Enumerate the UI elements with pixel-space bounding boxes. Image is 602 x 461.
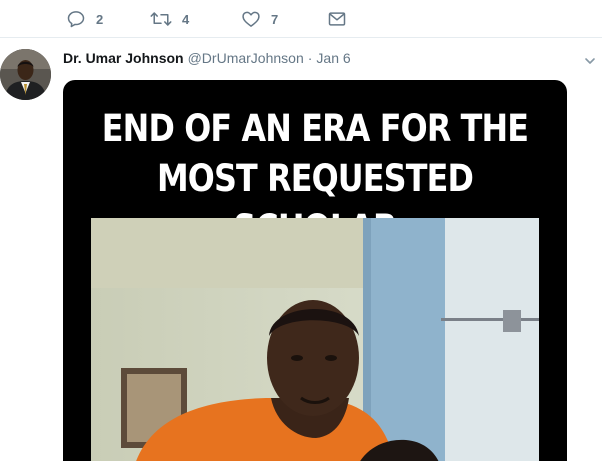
media-photo <box>91 218 539 461</box>
like-count: 7 <box>271 11 279 27</box>
heart-icon <box>241 9 261 29</box>
tweet-more-button[interactable] <box>584 54 596 72</box>
chevron-down-icon <box>584 54 596 71</box>
retweet-button[interactable]: 4 <box>150 9 189 29</box>
header-separator: · <box>307 50 313 66</box>
user-handle[interactable]: @DrUmarJohnson <box>188 50 304 66</box>
tweet-media-image[interactable]: END OF AN ERA FOR THE MOST REQUESTED SCH… <box>63 80 567 461</box>
reply-count: 2 <box>96 11 104 27</box>
retweet-count: 4 <box>182 11 190 27</box>
previous-tweet-action-bar: 2 4 7 <box>0 0 602 37</box>
reply-icon <box>66 9 86 29</box>
display-name[interactable]: Dr. Umar Johnson <box>63 50 184 66</box>
envelope-icon <box>327 9 347 29</box>
tweet-divider <box>0 37 602 38</box>
direct-message-button[interactable] <box>327 9 347 29</box>
media-title-line: END OF AN ERA FOR THE <box>101 107 529 150</box>
reply-button[interactable]: 2 <box>66 9 103 29</box>
tweet-header: Dr. Umar Johnson @DrUmarJohnson · Jan 6 <box>63 50 351 66</box>
retweet-icon <box>150 9 172 29</box>
like-button[interactable]: 7 <box>241 9 278 29</box>
twitter-timeline: 2 4 7 Dr. Umar Johnson @DrUmarJohnson · … <box>0 0 602 461</box>
tweet-timestamp[interactable]: Jan 6 <box>316 50 350 66</box>
avatar[interactable] <box>0 49 51 100</box>
